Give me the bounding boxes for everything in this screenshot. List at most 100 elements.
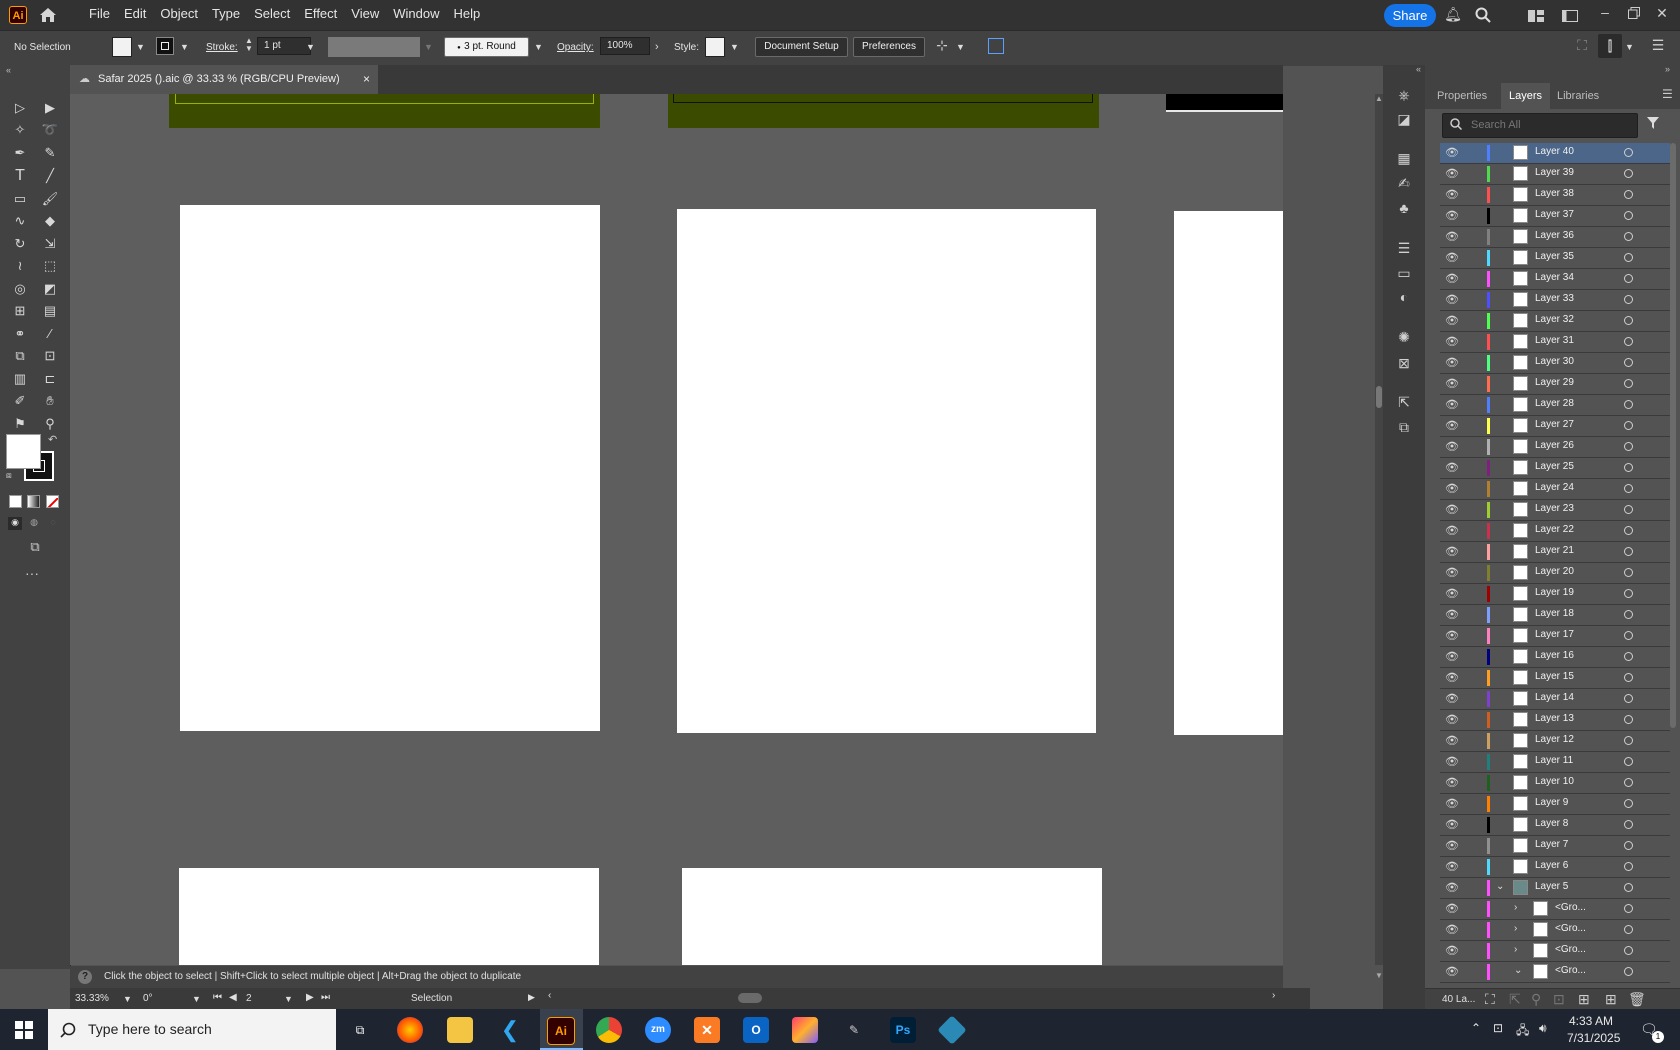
width-tool-icon[interactable]: ≀ bbox=[9, 256, 31, 276]
profile-chevron-icon[interactable]: ▼ bbox=[424, 42, 433, 52]
visibility-eye-icon[interactable]: 👁︎ bbox=[1444, 420, 1460, 432]
layer-name[interactable]: Layer 8 bbox=[1535, 818, 1568, 829]
visibility-eye-icon[interactable]: 👁︎ bbox=[1444, 210, 1460, 222]
target-circle-icon[interactable] bbox=[1624, 757, 1633, 766]
task-view-icon[interactable]: ⧉ bbox=[347, 1017, 373, 1043]
visibility-eye-icon[interactable]: 👁︎ bbox=[1444, 504, 1460, 516]
fill-swatch[interactable] bbox=[112, 37, 132, 57]
layers-search-input[interactable]: Search All bbox=[1442, 113, 1638, 138]
layer-row[interactable]: 👁︎ Layer 16 bbox=[1440, 647, 1670, 668]
target-circle-icon[interactable] bbox=[1624, 253, 1633, 262]
visibility-eye-icon[interactable]: 👁︎ bbox=[1444, 273, 1460, 285]
target-circle-icon[interactable] bbox=[1624, 526, 1633, 535]
target-circle-icon[interactable] bbox=[1624, 463, 1633, 472]
layer-name[interactable]: Layer 24 bbox=[1535, 482, 1574, 493]
rotation-angle[interactable]: 0° bbox=[143, 993, 153, 1004]
layer-row[interactable]: 👁︎ Layer 6 bbox=[1440, 857, 1670, 878]
fill-chevron-down-icon[interactable]: ▼ bbox=[136, 42, 145, 52]
preferences-button[interactable]: Preferences bbox=[853, 37, 925, 57]
visibility-eye-icon[interactable]: 👁︎ bbox=[1444, 798, 1460, 810]
tab-layers[interactable]: Layers bbox=[1501, 83, 1551, 109]
swap-fill-stroke-icon[interactable]: ↶ bbox=[48, 433, 57, 446]
layer-name[interactable]: Layer 31 bbox=[1535, 335, 1574, 346]
layer-name[interactable]: <Gro... bbox=[1555, 965, 1586, 976]
create-sublayer-icon[interactable]: ⊡ bbox=[1553, 991, 1565, 1008]
collect-for-export-icon[interactable]: ⛶ bbox=[1485, 991, 1495, 1008]
export-icon[interactable]: ⇱ bbox=[1394, 392, 1414, 412]
swatches-icon[interactable]: ▦ bbox=[1394, 148, 1414, 168]
vscode-icon[interactable]: ❮ bbox=[497, 1017, 523, 1043]
target-circle-icon[interactable] bbox=[1624, 778, 1633, 787]
visibility-eye-icon[interactable]: 👁︎ bbox=[1444, 630, 1460, 642]
layer-name[interactable]: Layer 28 bbox=[1535, 398, 1574, 409]
visibility-eye-icon[interactable]: 👁︎ bbox=[1444, 399, 1460, 411]
layer-row[interactable]: 👁︎ Layer 15 bbox=[1440, 668, 1670, 689]
help-icon[interactable]: ? bbox=[78, 970, 92, 984]
shaper-tool-icon[interactable]: ∿ bbox=[9, 211, 31, 231]
visibility-eye-icon[interactable]: 👁︎ bbox=[1444, 861, 1460, 873]
puppet-warp-tool-icon[interactable]: ⚑ bbox=[9, 414, 31, 434]
layer-name[interactable]: Layer 40 bbox=[1535, 146, 1574, 157]
color-mode-icon[interactable] bbox=[9, 495, 22, 508]
canvas-horizontal-scrollbar[interactable]: ‹ › bbox=[548, 990, 1278, 1004]
layer-name[interactable]: Layer 22 bbox=[1535, 524, 1574, 535]
artboard-top-left[interactable] bbox=[169, 94, 600, 128]
asset-export-icon[interactable]: ⊠ bbox=[1394, 353, 1414, 373]
target-circle-icon[interactable] bbox=[1624, 190, 1633, 199]
layer-name[interactable]: Layer 11 bbox=[1535, 755, 1573, 766]
target-circle-icon[interactable] bbox=[1624, 652, 1633, 661]
target-circle-icon[interactable] bbox=[1624, 820, 1633, 829]
scroll-right-icon[interactable]: › bbox=[1272, 990, 1275, 1001]
layer-name[interactable]: Layer 32 bbox=[1535, 314, 1574, 325]
layer-name[interactable]: Layer 27 bbox=[1535, 419, 1574, 430]
visibility-eye-icon[interactable]: 👁︎ bbox=[1444, 903, 1460, 915]
sublayer-row[interactable]: 👁︎ ⌄ <Gro... bbox=[1440, 962, 1670, 983]
artboard-chevron-icon[interactable]: ▼ bbox=[284, 994, 293, 1004]
scroll-down-icon[interactable]: ▼ bbox=[1375, 971, 1383, 980]
slice-tool-icon[interactable]: ✐ bbox=[9, 391, 31, 411]
visibility-eye-icon[interactable]: 👁︎ bbox=[1444, 252, 1460, 264]
new-sublayer-icon[interactable]: ⊞ bbox=[1578, 991, 1590, 1008]
stroke-panel-icon[interactable]: ☰ bbox=[1394, 238, 1414, 258]
layer-row[interactable]: 👁︎ Layer 21 bbox=[1440, 542, 1670, 563]
scroll-left-icon[interactable]: ‹ bbox=[548, 990, 551, 1001]
fill-color-swatch[interactable] bbox=[6, 434, 41, 469]
none-mode-icon[interactable] bbox=[46, 495, 59, 508]
layer-name[interactable]: Layer 12 bbox=[1535, 734, 1574, 745]
target-circle-icon[interactable] bbox=[1624, 715, 1633, 724]
visibility-eye-icon[interactable]: 👁︎ bbox=[1444, 315, 1460, 327]
brushes-icon[interactable]: ✍︎ bbox=[1394, 173, 1414, 193]
visibility-eye-icon[interactable]: 👁︎ bbox=[1444, 483, 1460, 495]
layer-name[interactable]: Layer 26 bbox=[1535, 440, 1574, 451]
transparency-icon[interactable]: ◐ bbox=[1394, 287, 1414, 307]
volume-icon[interactable]: 🔊︎ bbox=[1539, 1021, 1547, 1036]
brush-definition[interactable]: ● 3 pt. Round bbox=[444, 37, 529, 57]
layer-name[interactable]: <Gro... bbox=[1555, 902, 1586, 913]
target-circle-icon[interactable] bbox=[1624, 337, 1633, 346]
sublayer-row[interactable]: 👁︎ › <Gro... bbox=[1440, 941, 1670, 962]
vertical-scroll-thumb[interactable] bbox=[1376, 386, 1382, 408]
visibility-eye-icon[interactable]: 👁︎ bbox=[1444, 567, 1460, 579]
layer-name[interactable]: Layer 19 bbox=[1535, 587, 1574, 598]
shape-builder-tool-icon[interactable]: ◎ bbox=[9, 279, 31, 299]
target-circle-icon[interactable] bbox=[1624, 484, 1633, 493]
artboard-top-right[interactable] bbox=[1166, 94, 1283, 112]
stroke-weight-field[interactable]: 1 pt bbox=[257, 37, 311, 55]
close-tab-icon[interactable]: × bbox=[363, 65, 370, 94]
target-circle-icon[interactable] bbox=[1624, 358, 1633, 367]
recolor-artwork-icon[interactable] bbox=[988, 38, 1004, 54]
layer-name[interactable]: Layer 14 bbox=[1535, 692, 1574, 703]
layer-row[interactable]: 👁︎ Layer 20 bbox=[1440, 563, 1670, 584]
target-circle-icon[interactable] bbox=[1624, 589, 1633, 598]
collapse-arrow-icon[interactable]: ⌄ bbox=[1496, 881, 1504, 892]
pen-tool-app-icon[interactable]: ✎ bbox=[841, 1017, 867, 1043]
layer-row[interactable]: 👁︎ Layer 23 bbox=[1440, 500, 1670, 521]
visibility-eye-icon[interactable]: 👁︎ bbox=[1444, 189, 1460, 201]
artboard-top-middle[interactable] bbox=[668, 94, 1099, 128]
virtualbox-icon[interactable] bbox=[937, 1015, 967, 1045]
visibility-eye-icon[interactable]: 👁︎ bbox=[1444, 378, 1460, 390]
target-circle-icon[interactable] bbox=[1624, 883, 1633, 892]
restore-icon[interactable] bbox=[1628, 6, 1640, 24]
target-circle-icon[interactable] bbox=[1624, 274, 1633, 283]
menu-edit[interactable]: Edit bbox=[117, 0, 153, 30]
